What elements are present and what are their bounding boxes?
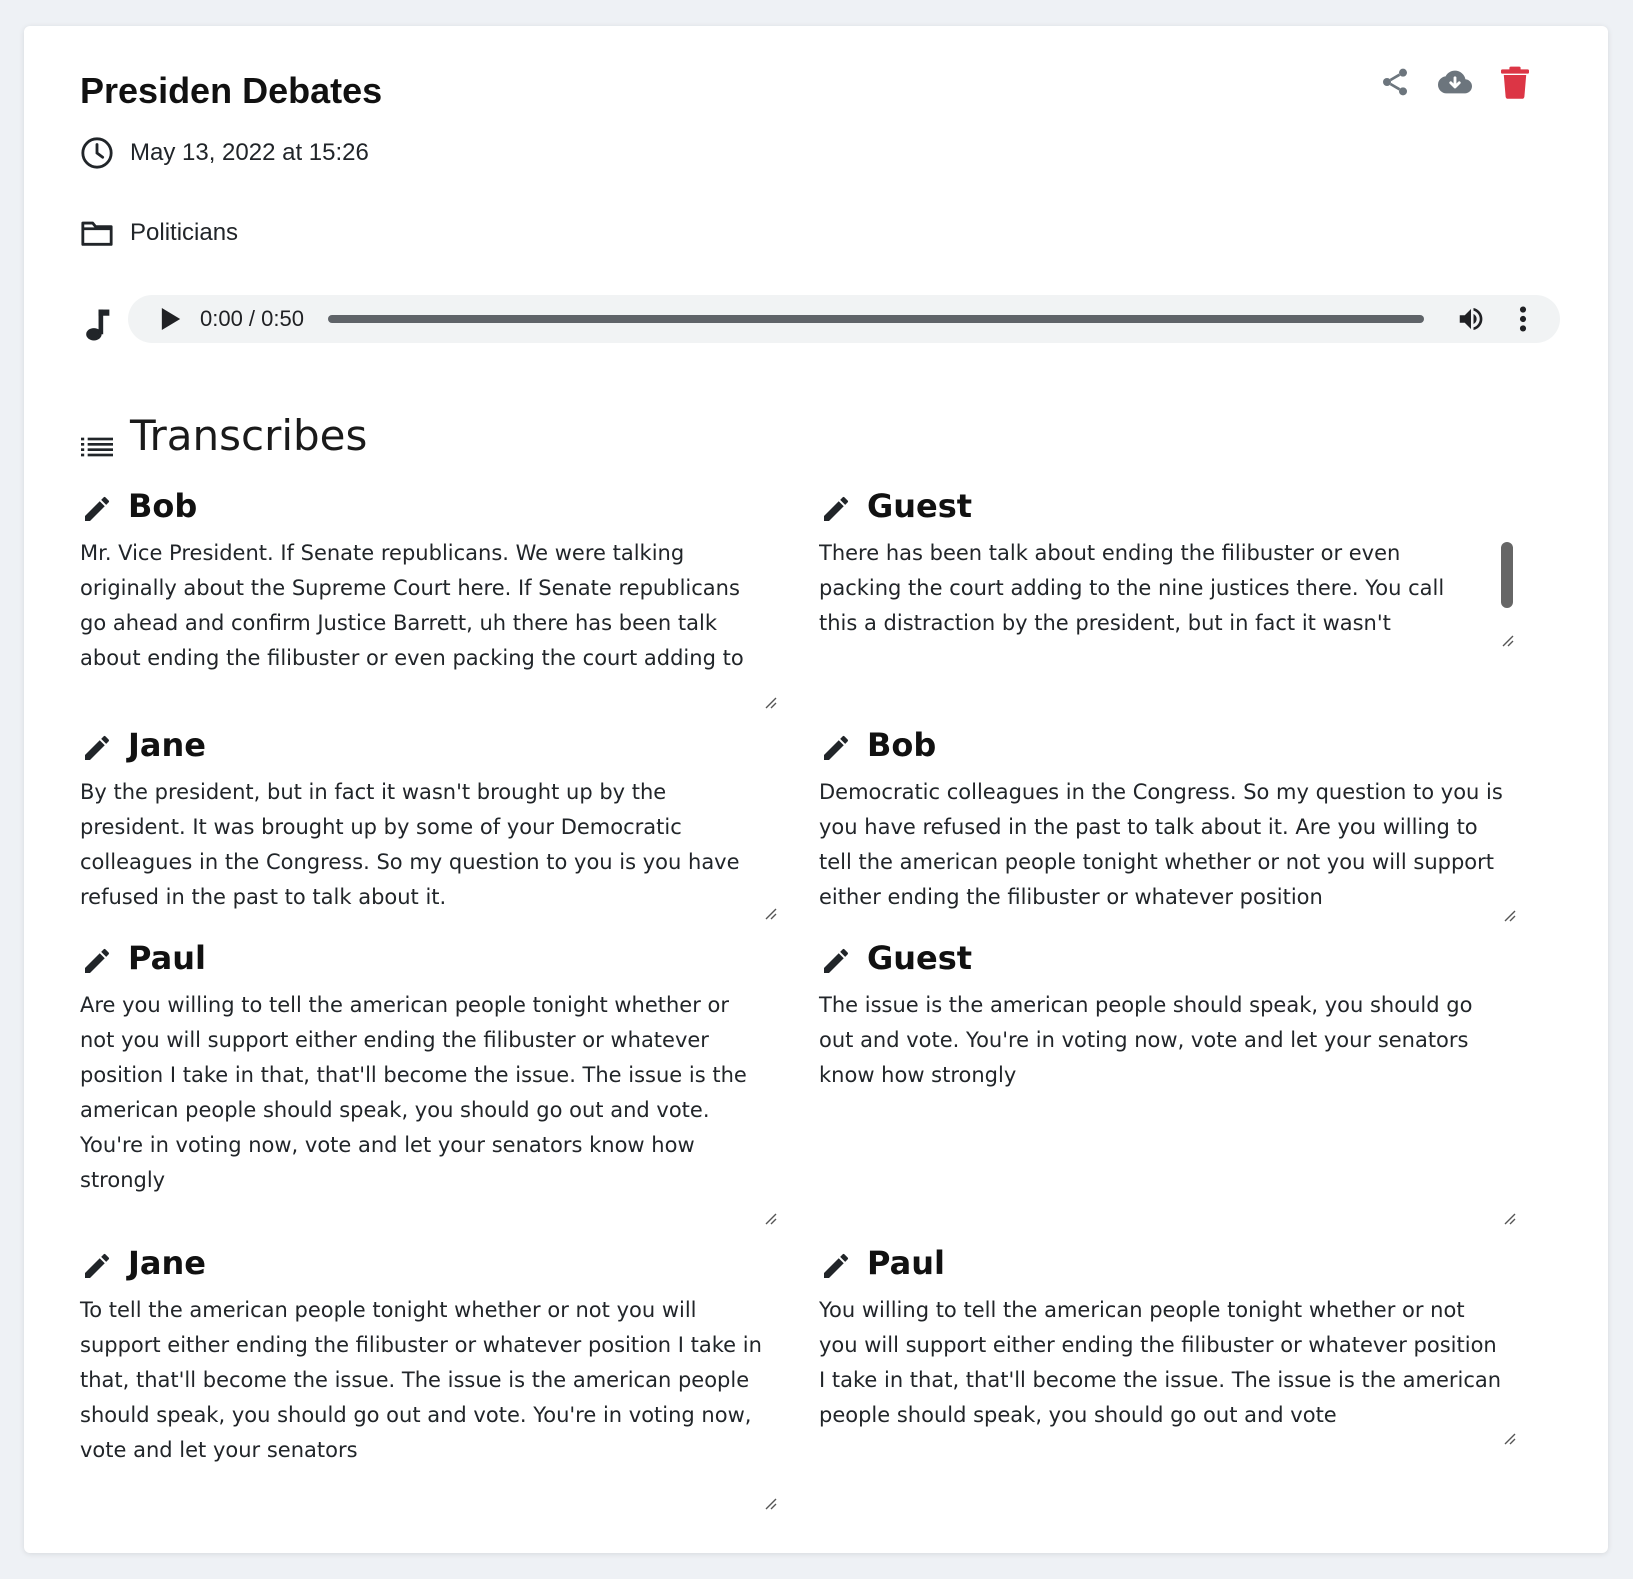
header-actions — [1378, 64, 1532, 100]
edit-pencil-icon[interactable] — [80, 492, 114, 526]
folder-row: Politicians — [80, 216, 238, 250]
speaker-name: Paul — [128, 939, 206, 977]
entry-header: Guest — [819, 484, 1519, 528]
download-button[interactable] — [1438, 64, 1472, 100]
speaker-name: Bob — [128, 487, 198, 525]
entry-header: Paul — [80, 936, 780, 980]
audio-player[interactable]: 0:00 / 0:50 — [128, 295, 1560, 343]
edit-pencil-icon[interactable] — [80, 1249, 114, 1283]
audio-progress-bar[interactable] — [327, 315, 1424, 323]
transcript-entry: Guest The issue is the american people s… — [819, 936, 1519, 1228]
entry-header: Guest — [819, 936, 1519, 980]
transcript-text: Are you willing to tell the american peo… — [80, 993, 747, 1192]
transcript-text: The issue is the american people should … — [819, 993, 1473, 1087]
clock-icon — [80, 136, 114, 170]
music-note-icon — [80, 305, 114, 345]
transcript-entry: Bob Mr. Vice President. If Senate republ… — [80, 484, 780, 716]
transcript-text: To tell the american people tonight whet… — [80, 1298, 762, 1462]
transcript-text: There has been talk about ending the fil… — [819, 541, 1445, 648]
recording-card: Presiden Debates May 13, 2022 at 15:26 P… — [24, 26, 1608, 1553]
speaker-name: Guest — [867, 487, 973, 525]
folder-icon — [80, 216, 114, 250]
delete-button[interactable] — [1498, 64, 1532, 100]
transcript-entry: Jane By the president, but in fact it wa… — [80, 723, 780, 925]
speaker-name: Bob — [867, 726, 937, 764]
volume-button[interactable] — [1454, 302, 1488, 336]
transcript-textarea[interactable]: Democratic colleagues in the Congress. S… — [819, 775, 1519, 925]
trash-icon — [1501, 66, 1529, 99]
transcript-entry: Paul You willing to tell the american pe… — [819, 1241, 1519, 1448]
speaker-name: Jane — [128, 1244, 206, 1282]
transcript-textarea[interactable]: Are you willing to tell the american peo… — [80, 988, 780, 1228]
transcript-entry: Bob Democratic colleagues in the Congres… — [819, 723, 1519, 925]
transcript-textarea[interactable]: There has been talk about ending the fil… — [819, 536, 1519, 648]
edit-pencil-icon[interactable] — [819, 492, 853, 526]
share-icon — [1383, 68, 1407, 96]
transcript-entry: Jane To tell the american people tonight… — [80, 1241, 780, 1513]
more-options-button[interactable] — [1506, 302, 1540, 336]
date-row: May 13, 2022 at 15:26 — [80, 136, 369, 170]
entry-header: Jane — [80, 1241, 780, 1285]
transcript-entry: Guest There has been talk about ending t… — [819, 484, 1519, 648]
resize-handle-icon[interactable] — [1503, 909, 1517, 923]
recording-date: May 13, 2022 at 15:26 — [130, 139, 369, 166]
speaker-name: Paul — [867, 1244, 945, 1282]
play-button[interactable] — [156, 304, 186, 334]
audio-row: 0:00 / 0:50 — [80, 293, 1560, 345]
page-title: Presiden Debates — [80, 70, 383, 111]
transcript-textarea[interactable]: By the president, but in fact it wasn't … — [80, 775, 780, 925]
edit-pencil-icon[interactable] — [819, 1249, 853, 1283]
resize-handle-icon[interactable] — [1503, 1432, 1517, 1446]
entry-header: Jane — [80, 723, 780, 767]
entry-header: Bob — [80, 484, 780, 528]
resize-handle-icon[interactable] — [764, 696, 778, 710]
speaker-name: Jane — [128, 726, 206, 764]
transcript-text: By the president, but in fact it wasn't … — [80, 780, 740, 909]
resize-handle-icon[interactable] — [1501, 634, 1515, 648]
section-title: Transcribes — [130, 411, 368, 460]
share-button[interactable] — [1378, 64, 1412, 100]
resize-handle-icon[interactable] — [1503, 1212, 1517, 1226]
transcript-text: You willing to tell the american people … — [819, 1298, 1502, 1427]
transcript-textarea[interactable]: Mr. Vice President. If Senate republican… — [80, 536, 780, 716]
cloud-download-icon — [1438, 70, 1472, 94]
edit-pencil-icon[interactable] — [819, 944, 853, 978]
transcript-textarea[interactable]: To tell the american people tonight whet… — [80, 1293, 780, 1513]
transcribes-header: Transcribes — [80, 411, 367, 460]
transcript-entry: Paul Are you willing to tell the america… — [80, 936, 780, 1228]
volume-icon — [1459, 308, 1483, 330]
list-icon — [80, 426, 114, 460]
entry-header: Bob — [819, 723, 1519, 767]
edit-pencil-icon[interactable] — [80, 731, 114, 765]
entry-header: Paul — [819, 1241, 1519, 1285]
resize-handle-icon[interactable] — [764, 1212, 778, 1226]
folder-name[interactable]: Politicians — [130, 219, 238, 247]
transcript-textarea[interactable]: The issue is the american people should … — [819, 988, 1519, 1228]
transcript-text: Democratic colleagues in the Congress. S… — [819, 780, 1503, 909]
speaker-name: Guest — [867, 939, 973, 977]
transcript-text: Mr. Vice President. If Senate republican… — [80, 541, 744, 670]
edit-pencil-icon[interactable] — [80, 944, 114, 978]
more-vertical-icon — [1519, 306, 1527, 332]
resize-handle-icon[interactable] — [764, 907, 778, 921]
textarea-scrollbar[interactable] — [1501, 542, 1513, 608]
play-icon — [161, 308, 181, 330]
transcript-textarea[interactable]: You willing to tell the american people … — [819, 1293, 1519, 1448]
edit-pencil-icon[interactable] — [819, 731, 853, 765]
audio-time: 0:00 / 0:50 — [200, 306, 304, 331]
resize-handle-icon[interactable] — [764, 1497, 778, 1511]
